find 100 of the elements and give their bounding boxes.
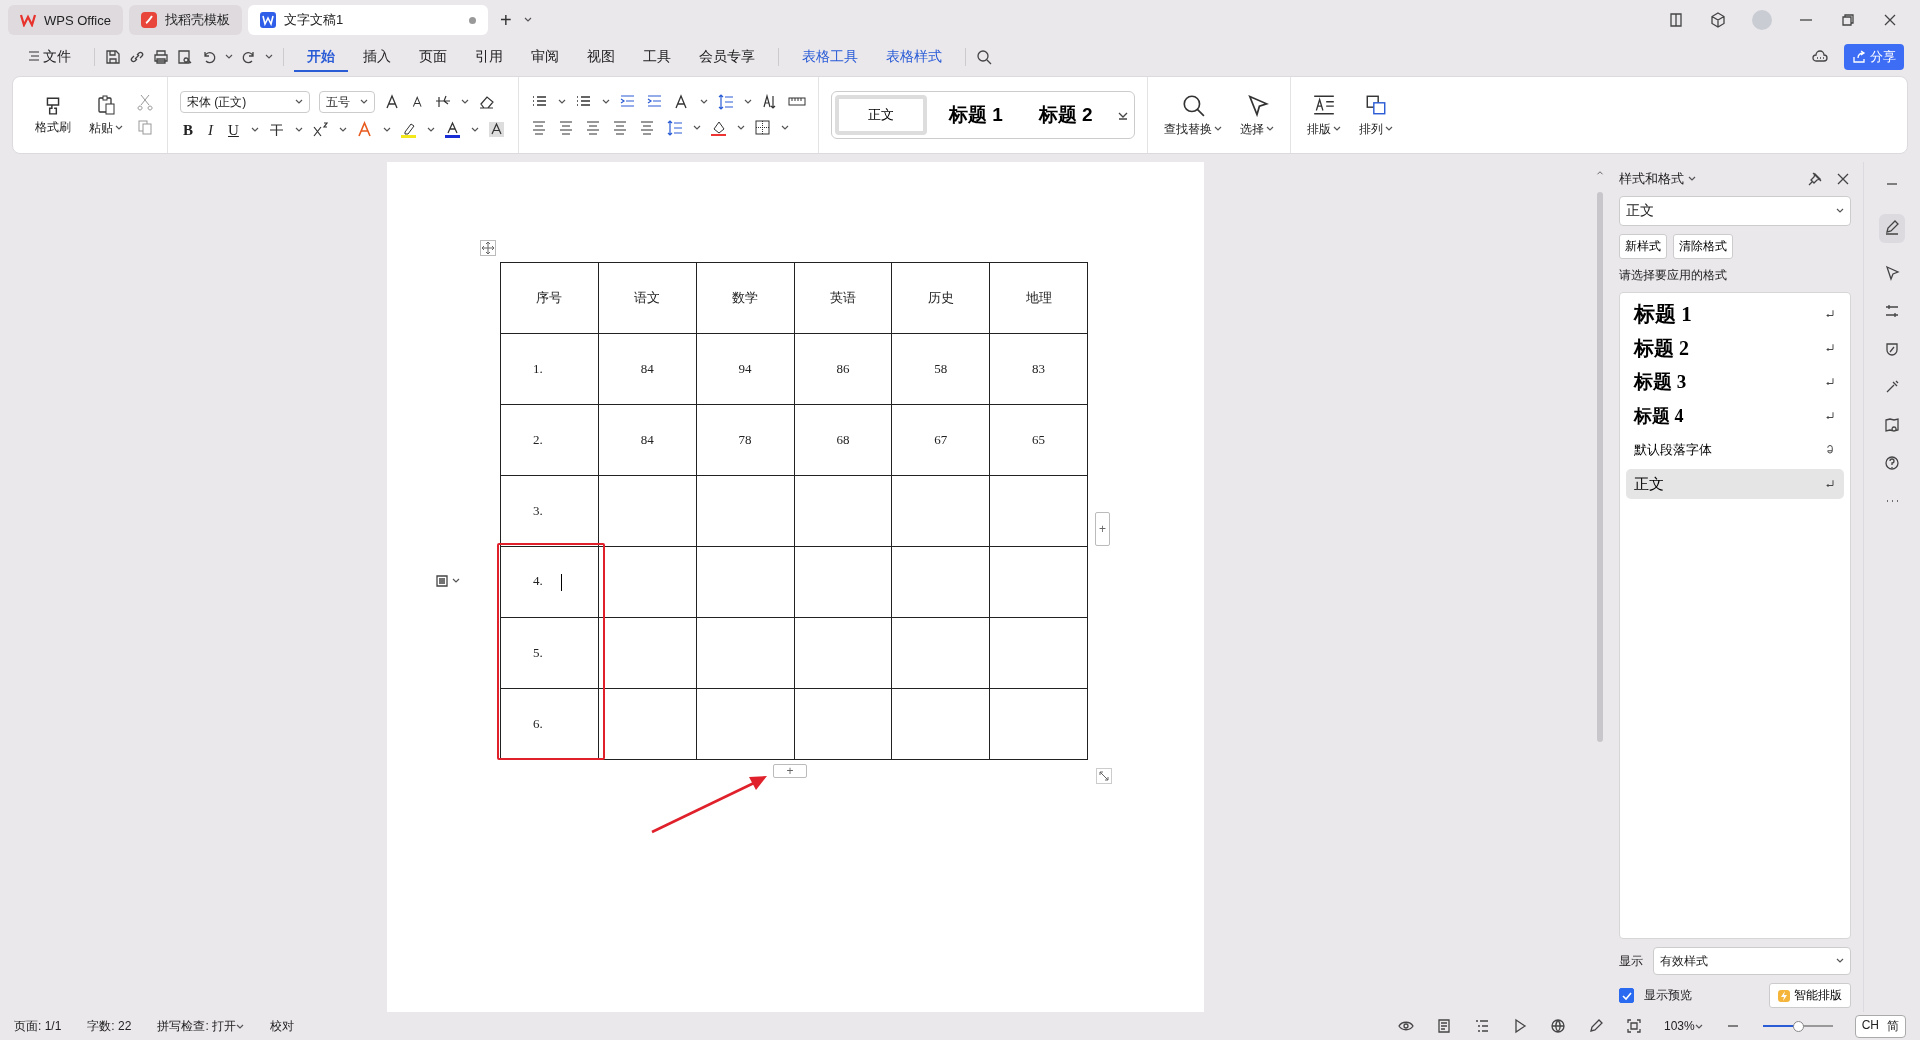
paragraph-mark-icon[interactable] <box>1824 410 1836 422</box>
font-dropdown[interactable]: 宋体 (正文) <box>180 91 310 113</box>
line-spacing-icon[interactable] <box>665 119 684 137</box>
paragraph-mark-icon[interactable] <box>1824 308 1836 320</box>
style-item[interactable]: 默认段落字体 <box>1626 435 1844 465</box>
close-icon[interactable] <box>1882 12 1898 28</box>
clipboard-icon[interactable] <box>95 93 117 116</box>
ribbon-tab[interactable]: 开始 <box>293 42 348 72</box>
panel-button[interactable]: 新样式 <box>1619 234 1667 259</box>
document-tab[interactable]: 文字文稿1 <box>247 5 488 35</box>
arrange-button[interactable]: 排列 <box>1354 90 1397 140</box>
move-handle-icon[interactable] <box>480 240 496 256</box>
layout-button[interactable]: 排版 <box>1302 90 1345 140</box>
font-size-dropdown[interactable]: 五号 <box>319 91 375 113</box>
format-painter-button[interactable]: 格式刷 <box>31 92 75 138</box>
slider-thumb[interactable] <box>1792 1020 1804 1032</box>
shield-icon[interactable] <box>1884 341 1900 357</box>
show-dropdown[interactable]: 有效样式 <box>1653 947 1851 975</box>
resize-handle-icon[interactable] <box>1096 768 1112 784</box>
preview-checkbox[interactable] <box>1619 988 1634 1003</box>
paragraph-mark-icon[interactable] <box>1824 478 1836 490</box>
style-preset[interactable]: 标题 2 <box>1024 95 1107 135</box>
ribbon-tab[interactable]: 会员专享 <box>685 42 768 72</box>
style-preset[interactable]: 标题 1 <box>934 95 1017 135</box>
outline-view-icon[interactable] <box>1473 1018 1490 1034</box>
status-item[interactable]: 页面: 1/1 <box>14 1017 62 1035</box>
globe-icon[interactable] <box>1549 1018 1566 1034</box>
search-icon[interactable] <box>975 49 992 65</box>
status-item[interactable]: 字数: 22 <box>87 1017 132 1035</box>
style-item[interactable]: 标题 2 <box>1626 333 1844 363</box>
cloud-icon[interactable] <box>1812 49 1828 65</box>
shading-icon[interactable] <box>709 119 728 137</box>
pin-icon[interactable] <box>1807 171 1823 187</box>
style-item[interactable]: 标题 1 <box>1626 299 1844 329</box>
scrollbar-thumb[interactable] <box>1597 192 1603 742</box>
pen-icon[interactable] <box>1884 219 1900 235</box>
underline-button[interactable]: U <box>225 121 242 139</box>
redo-icon[interactable] <box>240 49 257 65</box>
font-color-icon[interactable] <box>443 121 462 139</box>
italic-button[interactable]: I <box>205 121 216 139</box>
paragraph-mark-icon[interactable] <box>1824 342 1836 354</box>
status-item[interactable]: 校对 <box>270 1017 295 1035</box>
ribbon-tab[interactable]: 审阅 <box>517 42 572 72</box>
style-preset[interactable]: 正文 <box>834 95 927 135</box>
print-preview-icon[interactable] <box>176 49 193 65</box>
bold-button[interactable]: B <box>180 121 196 139</box>
add-row-button[interactable]: + <box>773 764 807 778</box>
character-shading-icon[interactable] <box>487 121 506 139</box>
strikethrough-icon[interactable] <box>267 121 286 139</box>
document-tab[interactable]: WPS Office <box>8 5 123 35</box>
page-view-icon[interactable] <box>1435 1018 1452 1034</box>
book-search-icon[interactable] <box>1884 417 1900 433</box>
ribbon-tab[interactable]: 工具 <box>629 42 684 72</box>
fit-page-icon[interactable] <box>1625 1018 1642 1034</box>
share-button[interactable]: 分享 <box>1844 44 1904 70</box>
paste-button[interactable]: 粘贴 <box>85 91 127 139</box>
pointer-icon[interactable] <box>1884 265 1900 281</box>
ribbon-tab[interactable]: 插入 <box>349 42 404 72</box>
file-menu[interactable]: 文件 <box>16 42 84 72</box>
zoom-level[interactable]: 103% <box>1663 1019 1703 1033</box>
style-item[interactable]: 正文 <box>1626 469 1844 499</box>
panel-button[interactable]: 清除格式 <box>1673 234 1733 259</box>
panel-title[interactable]: 样式和格式 <box>1619 170 1696 188</box>
ribbon-tab[interactable]: 引用 <box>461 42 516 72</box>
close-icon[interactable] <box>1835 171 1851 187</box>
print-icon[interactable] <box>152 49 169 65</box>
header-cell: 序号 <box>500 262 599 334</box>
row-menu-icon[interactable] <box>434 573 450 589</box>
cube-icon[interactable] <box>1710 12 1726 28</box>
ribbon-tab[interactable]: 表格工具 <box>788 42 871 72</box>
sliders-icon[interactable] <box>1884 303 1900 319</box>
restore-icon[interactable] <box>1840 12 1856 28</box>
find-replace-button[interactable]: 查找替换 <box>1159 90 1226 140</box>
smart-layout-button[interactable]: 智能排版 <box>1769 983 1851 1008</box>
cut-icon[interactable] <box>137 93 155 111</box>
ribbon-tab[interactable]: 表格样式 <box>872 42 955 72</box>
pen-icon[interactable] <box>1587 1018 1604 1034</box>
add-column-button[interactable]: + <box>1095 512 1110 546</box>
reading-mode-icon[interactable] <box>1668 12 1684 28</box>
current-style-dropdown[interactable]: 正文 <box>1619 196 1851 226</box>
highlighter-icon[interactable] <box>399 121 418 139</box>
link-icon[interactable] <box>128 49 145 65</box>
caret-icon <box>470 127 479 133</box>
superscript-icon[interactable] <box>311 121 330 139</box>
ribbon-tab[interactable]: 页面 <box>405 42 460 72</box>
document-tab[interactable]: 找稻壳模板 <box>128 5 242 35</box>
status-item[interactable]: 拼写检查: 打开 <box>157 1017 245 1035</box>
save-icon[interactable] <box>104 49 121 65</box>
character-style-icon[interactable] <box>1824 444 1836 456</box>
new-tab-button[interactable]: + <box>493 8 518 32</box>
border-icon[interactable] <box>753 119 772 137</box>
help-icon[interactable] <box>1884 455 1900 471</box>
style-item[interactable]: 标题 4 <box>1626 401 1844 431</box>
tools-icon[interactable] <box>1884 379 1900 395</box>
style-item[interactable]: 标题 3 <box>1626 367 1844 397</box>
paragraph-mark-icon[interactable] <box>1824 376 1836 388</box>
input-method-indicator[interactable]: CH 简 <box>1854 1014 1906 1038</box>
select-button[interactable]: 选择 <box>1235 90 1278 140</box>
text-effect-icon[interactable] <box>355 121 374 139</box>
ribbon-tab[interactable]: 视图 <box>573 42 628 72</box>
